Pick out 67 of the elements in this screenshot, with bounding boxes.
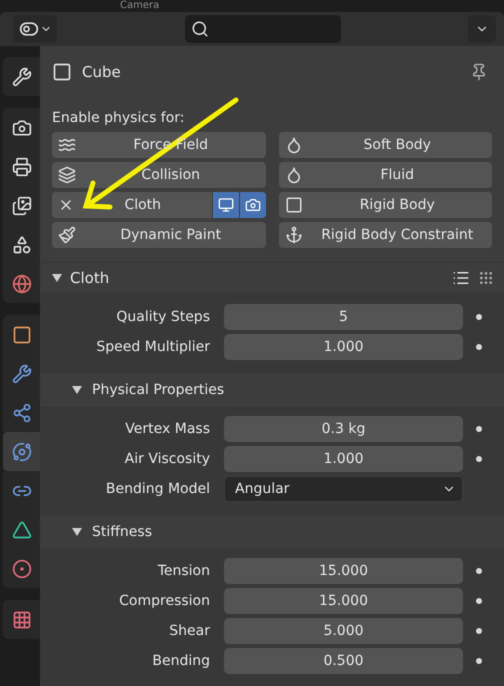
wrench-icon	[12, 364, 32, 384]
orbit-icon	[12, 442, 32, 462]
anchor-icon	[284, 226, 302, 244]
field-label: Speed Multiplier	[95, 339, 210, 355]
camera-icon	[244, 197, 260, 213]
camera-icon	[12, 118, 32, 138]
keyframe-dot[interactable]	[476, 658, 482, 664]
field-label: Compression	[118, 593, 210, 609]
monitor-icon	[218, 197, 234, 213]
viewport-toggle[interactable]	[212, 192, 238, 218]
field-label: Bending	[151, 653, 210, 669]
pin-icon[interactable]	[470, 63, 488, 81]
keyframe-dot[interactable]	[476, 456, 482, 462]
editor-type-button[interactable]	[13, 15, 57, 43]
grip-icon[interactable]	[478, 270, 494, 286]
square-icon	[52, 62, 72, 82]
dropdown-field[interactable]: Angular	[224, 476, 463, 502]
subpanel-header[interactable]: Stiffness	[40, 516, 504, 548]
number-field[interactable]: 15.000	[224, 558, 463, 584]
field-label: Vertex Mass	[124, 421, 210, 437]
physics-button[interactable]: Soft Body	[278, 132, 492, 158]
field-label: Air Viscosity	[124, 451, 210, 467]
brush-icon	[58, 226, 76, 244]
number-field[interactable]: 0.3 kg	[224, 416, 463, 442]
field-label: Shear	[168, 623, 210, 639]
subpanel-header[interactable]: Physical Properties	[40, 374, 504, 406]
physics-button[interactable]: Collision	[52, 162, 266, 188]
number-field[interactable]: 1.000	[224, 446, 463, 472]
outliner-text: Camera	[120, 0, 160, 12]
keyframe-dot[interactable]	[476, 598, 482, 604]
object-name: Cube	[82, 63, 122, 81]
search-icon	[190, 20, 208, 38]
render-toggle[interactable]	[238, 192, 266, 218]
printer-icon	[12, 156, 32, 176]
shapes-icon	[12, 234, 32, 254]
field-label: Quality Steps	[115, 309, 210, 325]
checker-icon	[12, 610, 32, 630]
physics-button[interactable]: Force Field	[52, 132, 266, 158]
physics-button[interactable]: Rigid Body	[278, 192, 492, 218]
number-field[interactable]: 15.000	[224, 588, 463, 614]
physics-button[interactable]: Cloth	[52, 192, 266, 218]
section-label: Enable physics for:	[51, 109, 186, 128]
field-label: Tension	[156, 563, 210, 579]
keyframe-dot[interactable]	[476, 344, 482, 350]
frame-icon	[284, 196, 302, 214]
triangle-icon	[12, 520, 32, 540]
number-field[interactable]: 0.500	[224, 648, 463, 674]
physics-button[interactable]: Dynamic Paint	[52, 222, 266, 248]
physics-button[interactable]: Fluid	[278, 162, 492, 188]
square-icon	[12, 324, 32, 344]
physics-button[interactable]: Rigid Body Constraint	[278, 222, 492, 248]
keyframe-dot[interactable]	[476, 568, 482, 574]
number-field[interactable]: 5.000	[224, 618, 463, 644]
images-icon	[12, 196, 32, 216]
nodes-icon	[12, 402, 32, 422]
panel-title: Cloth	[70, 268, 110, 286]
field-label: Bending Model	[104, 481, 210, 497]
keyframe-dot[interactable]	[476, 426, 482, 432]
keyframe-dot[interactable]	[476, 628, 482, 634]
number-field[interactable]: 1.000	[224, 334, 463, 360]
number-field[interactable]: 5	[224, 304, 463, 330]
globe-icon	[12, 274, 32, 294]
keyframe-dot[interactable]	[476, 314, 482, 320]
search-field[interactable]	[184, 15, 340, 43]
sphere-icon	[12, 558, 32, 578]
wrench-icon	[12, 66, 32, 86]
waves-icon	[58, 136, 76, 154]
